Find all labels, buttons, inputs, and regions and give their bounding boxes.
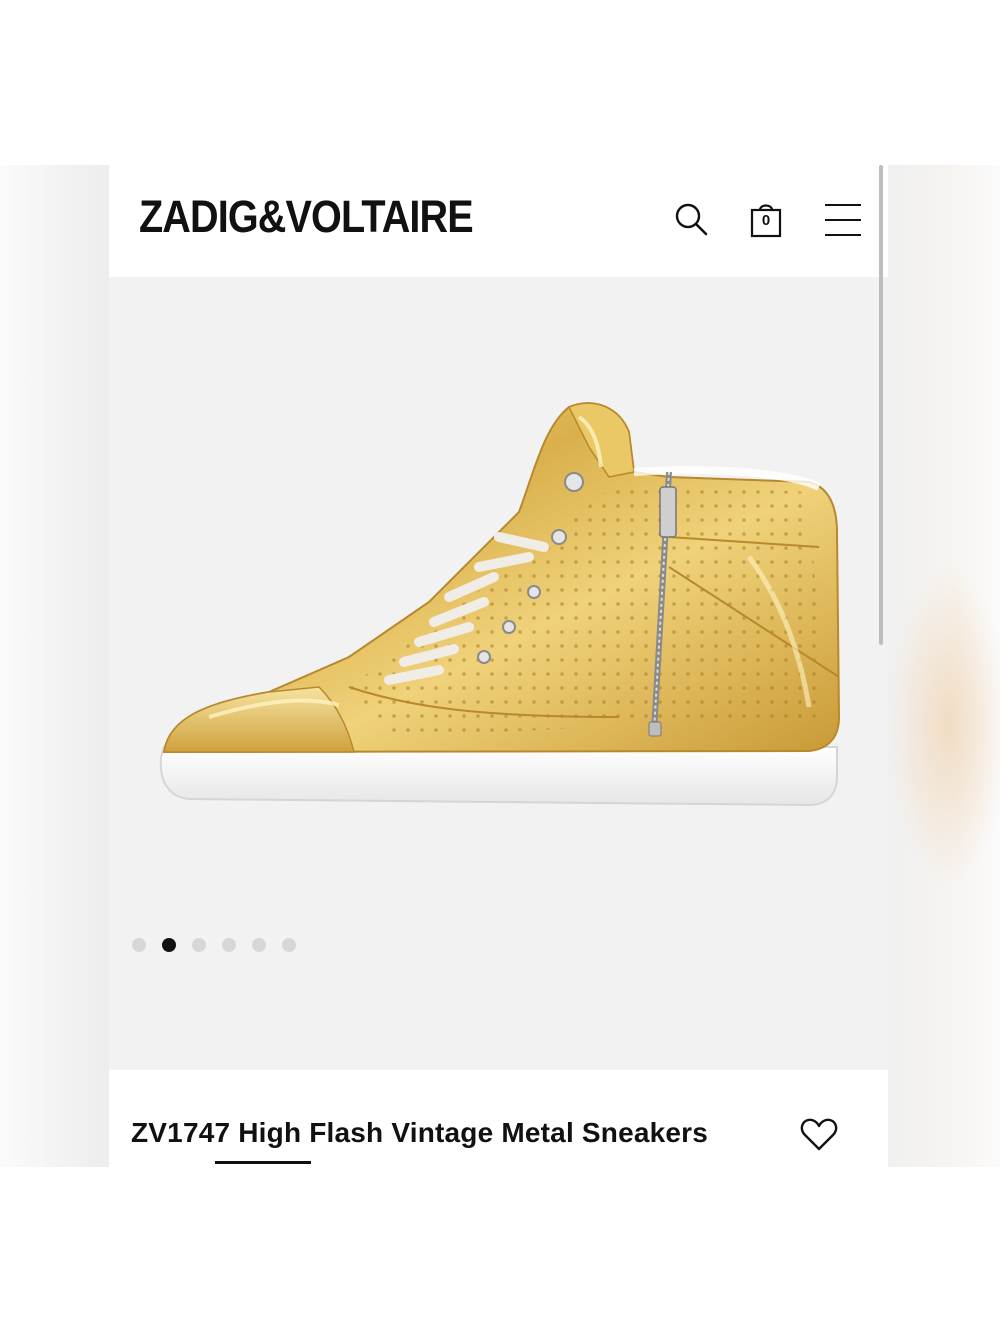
gallery-dot-6[interactable] <box>282 938 296 952</box>
product-image <box>159 402 841 807</box>
site-header: ZADIG&VOLTAIRE 0 <box>109 165 888 277</box>
product-title: ZV1747 High Flash Vintage Metal Sneakers <box>131 1117 709 1148</box>
brand-logo[interactable]: ZADIG&VOLTAIRE <box>139 191 474 243</box>
screenshot-canvas: ZADIG&VOLTAIRE 0 ZV1747 High Flash Vinta… <box>0 0 1000 1333</box>
scrollbar[interactable] <box>879 165 883 645</box>
cart-count-badge: 0 <box>761 212 771 229</box>
gallery-dot-3[interactable] <box>192 938 206 952</box>
product-image-gallery[interactable] <box>109 277 888 1070</box>
blurred-backdrop-left <box>0 165 109 1167</box>
heart-icon[interactable] <box>799 1115 839 1155</box>
shopping-bag-icon[interactable]: 0 <box>746 199 786 239</box>
mobile-page: ZADIG&VOLTAIRE 0 ZV1747 High Flash Vinta… <box>109 165 888 1167</box>
gallery-dot-2-active[interactable] <box>162 938 176 952</box>
gallery-dot-5[interactable] <box>252 938 266 952</box>
gallery-pagination <box>132 938 296 952</box>
title-underline-indicator <box>215 1161 311 1164</box>
gallery-dot-4[interactable] <box>222 938 236 952</box>
hamburger-menu-icon[interactable] <box>823 199 863 239</box>
gallery-dot-1[interactable] <box>132 938 146 952</box>
search-icon[interactable] <box>671 199 711 239</box>
blurred-backdrop-right <box>888 165 1000 1167</box>
